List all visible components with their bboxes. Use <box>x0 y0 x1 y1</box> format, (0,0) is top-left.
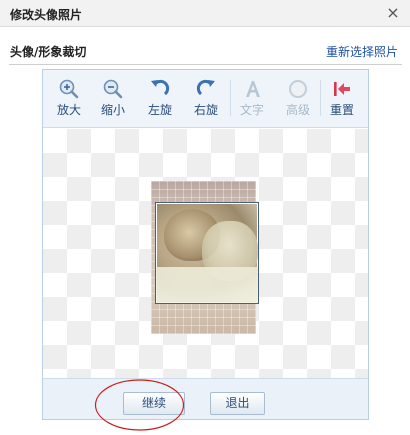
toolbar-separator <box>230 80 231 116</box>
text-icon <box>246 81 260 97</box>
zoom-out-button[interactable]: 缩小 <box>93 76 133 122</box>
rotate-left-button[interactable]: 左旋 <box>140 76 180 122</box>
text-button[interactable]: 文字 <box>232 76 272 122</box>
crop-canvas[interactable] <box>43 129 368 378</box>
zoom-in-label: 放大 <box>56 103 81 117</box>
reselect-photo-link[interactable]: 重新选择照片 <box>326 43 398 60</box>
zoom-out-icon <box>103 79 123 99</box>
rotate-right-icon <box>196 79 215 96</box>
zoom-in-button[interactable]: 放大 <box>49 76 89 122</box>
zoom-out-label: 缩小 <box>100 103 125 117</box>
zoom-in-icon <box>59 79 79 99</box>
rotate-left-icon <box>151 79 170 96</box>
advanced-icon <box>289 80 307 98</box>
text-label: 文字 <box>239 103 264 117</box>
advanced-label: 高级 <box>285 103 310 117</box>
rotate-right-button[interactable]: 右旋 <box>186 76 226 122</box>
section-divider <box>9 64 402 65</box>
section-label: 头像/形象裁切 <box>10 45 87 59</box>
dialog-title-bar: 修改头像照片 × <box>0 0 410 27</box>
reset-button[interactable]: 重置 <box>322 76 362 122</box>
rotate-right-label: 右旋 <box>193 103 218 117</box>
editor-footer: 继续 退出 <box>43 378 368 419</box>
crop-selection[interactable] <box>155 202 259 304</box>
section-header: 头像/形象裁切 重新选择照片 <box>0 37 410 63</box>
toolbar-separator <box>320 80 321 116</box>
dialog-title: 修改头像照片 <box>10 8 83 22</box>
rotate-left-label: 左旋 <box>147 103 172 117</box>
editor-toolbar: 放大 缩小 左旋 右旋 文字 高级 重置 <box>43 70 368 128</box>
reset-label: 重置 <box>329 103 354 117</box>
exit-button[interactable]: 退出 <box>210 392 265 415</box>
close-icon[interactable]: × <box>384 3 402 23</box>
advanced-button[interactable]: 高级 <box>278 76 318 122</box>
avatar-editor: 放大 缩小 左旋 右旋 文字 高级 重置 继续 退出 <box>42 69 369 420</box>
reset-icon <box>334 82 350 96</box>
continue-button[interactable]: 继续 <box>123 392 185 415</box>
